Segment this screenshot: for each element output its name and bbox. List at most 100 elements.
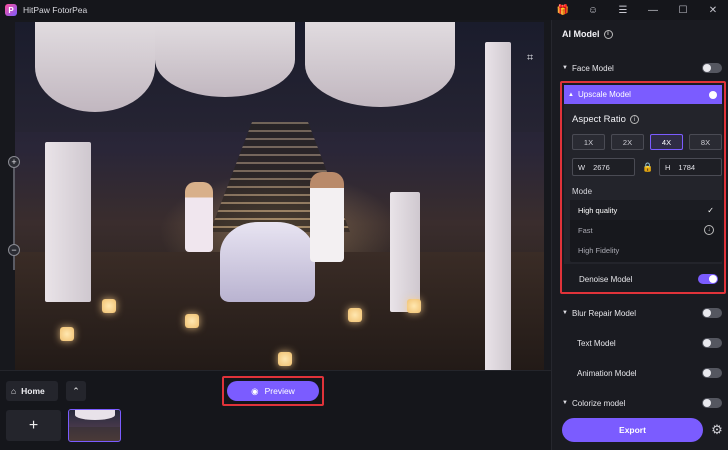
animation-model-toggle[interactable] <box>702 368 722 378</box>
export-button[interactable]: Export <box>562 418 703 442</box>
eye-icon: ◉ <box>251 385 259 396</box>
upscale-model-header[interactable]: ▲ Upscale Model <box>564 85 722 104</box>
animation-model-row[interactable]: Animation Model <box>562 365 722 381</box>
gift-icon[interactable]: 🎁 <box>548 0 578 20</box>
zoom-out-icon[interactable]: − <box>8 244 20 256</box>
checkmark-icon: ✓ <box>707 205 714 215</box>
denoise-model-row[interactable]: Denoise Model <box>564 271 722 287</box>
caret-down-icon: ▼ <box>562 65 568 71</box>
gear-icon[interactable]: ⚙ <box>710 423 724 437</box>
menu-icon[interactable]: ☰ <box>608 0 638 20</box>
width-label: W <box>578 162 586 172</box>
minimize-icon[interactable]: — <box>638 0 668 20</box>
preview-highlight: ◉ Preview <box>222 376 324 406</box>
colorize-model-label: Colorize model <box>572 398 626 408</box>
panel-title-text: AI Model <box>562 29 600 39</box>
photo-pillar <box>390 192 420 312</box>
aspect-ratio-title: Aspect Ratio i <box>572 114 639 125</box>
caret-up-icon: ▲ <box>568 91 574 98</box>
scale-4x-button[interactable]: 4X <box>650 134 683 150</box>
width-value: 2676 <box>593 162 610 172</box>
photo-candle <box>348 308 362 322</box>
photo-preview[interactable] <box>15 22 544 388</box>
mode-high-fidelity-label: High Fidelity <box>578 245 620 255</box>
close-icon[interactable]: ✕ <box>698 0 728 20</box>
height-field[interactable]: H 1784 <box>659 158 722 176</box>
caret-down-icon: ▼ <box>562 400 568 406</box>
photo-woman <box>185 182 213 252</box>
zoom-slider[interactable]: + − <box>8 156 20 270</box>
upscale-model-toggle[interactable] <box>698 89 718 100</box>
blur-repair-toggle[interactable] <box>702 308 722 318</box>
add-image-button[interactable]: + <box>6 410 61 441</box>
ai-model-panel: AI Model i ▼ Face Model ▲ Upscale Model … <box>551 20 728 450</box>
text-model-toggle[interactable] <box>702 338 722 348</box>
image-thumbnail[interactable] <box>68 409 121 442</box>
colorize-model-toggle[interactable] <box>702 398 722 408</box>
height-value: 1784 <box>678 162 696 172</box>
photo-drape <box>35 22 155 112</box>
lock-icon[interactable]: 🔒 <box>642 162 653 172</box>
account-icon[interactable]: ☺ <box>578 0 608 20</box>
scale-buttons: 1X 2X 4X 8X <box>572 134 722 150</box>
preview-label: Preview <box>264 386 295 396</box>
window-controls: 🎁 ☺ ☰ — ☐ ✕ <box>548 0 728 20</box>
scale-2x-button[interactable]: 2X <box>611 134 644 150</box>
upscale-model-label: Upscale Model <box>578 90 631 99</box>
upscale-highlight: ▲ Upscale Model Aspect Ratio i 1X 2X 4X … <box>560 81 726 294</box>
photo-drape <box>155 22 295 97</box>
download-icon[interactable]: ↓ <box>704 225 714 235</box>
photo-pillar <box>45 142 91 302</box>
photo-candle <box>185 314 199 328</box>
text-model-row[interactable]: Text Model <box>562 335 722 351</box>
home-button[interactable]: ⌂ Home <box>6 381 58 401</box>
mode-high-fidelity[interactable]: High Fidelity <box>570 240 722 260</box>
scale-8x-button[interactable]: 8X <box>689 134 722 150</box>
mode-high-quality[interactable]: High quality ✓ <box>570 200 722 220</box>
chevron-up-icon: ⌃ <box>72 385 80 396</box>
height-label: H <box>665 162 671 172</box>
zoom-in-icon[interactable]: + <box>8 156 20 168</box>
caret-down-icon: ▼ <box>562 310 568 316</box>
photo-candle <box>407 299 421 313</box>
mode-fast-label: Fast <box>578 225 593 235</box>
photo-candle <box>102 299 116 313</box>
upscale-settings: Aspect Ratio i 1X 2X 4X 8X W 2676 🔒 H 17… <box>564 104 722 264</box>
photo-man <box>310 172 344 262</box>
width-field[interactable]: W 2676 <box>572 158 635 176</box>
preview-button[interactable]: ◉ Preview <box>227 381 319 401</box>
animation-model-label: Animation Model <box>577 368 637 378</box>
face-model-label: Face Model <box>572 63 614 73</box>
maximize-icon[interactable]: ☐ <box>668 0 698 20</box>
scale-1x-button[interactable]: 1X <box>572 134 605 150</box>
canvas-area: ⌗ + − <box>0 20 551 388</box>
mode-fast[interactable]: Fast ↓ <box>570 220 722 240</box>
collapse-button[interactable]: ⌃ <box>66 381 86 401</box>
info-icon[interactable]: i <box>603 29 613 39</box>
photo-candle <box>278 352 292 366</box>
face-model-row[interactable]: ▼ Face Model <box>562 60 722 76</box>
bottom-bar: ⌂ Home ⌃ + ◉ Preview <box>0 370 551 450</box>
photo-drape <box>305 22 455 107</box>
photo-pillar <box>485 42 511 372</box>
photo-candle <box>60 327 74 341</box>
title-bar: P HitPaw FotorPea 🎁 ☺ ☰ — ☐ ✕ <box>0 0 728 20</box>
app-title: HitPaw FotorPea <box>23 5 88 15</box>
blur-repair-row[interactable]: ▼ Blur Repair Model <box>562 305 722 321</box>
denoise-model-label: Denoise Model <box>579 274 633 284</box>
photo-table <box>220 222 315 302</box>
mode-label: Mode <box>572 187 593 196</box>
mode-high-quality-label: High quality <box>578 205 618 215</box>
home-icon: ⌂ <box>11 386 17 396</box>
colorize-model-row[interactable]: ▼ Colorize model <box>562 395 722 411</box>
text-model-label: Text Model <box>577 338 616 348</box>
crop-icon[interactable]: ⌗ <box>527 52 539 64</box>
blur-repair-label: Blur Repair Model <box>572 308 637 318</box>
panel-title: AI Model i <box>562 29 613 39</box>
face-model-toggle[interactable] <box>702 63 722 73</box>
thumbnail-drape <box>75 410 115 420</box>
denoise-model-toggle[interactable] <box>698 274 718 284</box>
plus-icon: + <box>28 416 39 434</box>
info-icon[interactable]: i <box>629 115 639 124</box>
app-logo-icon: P <box>5 4 17 16</box>
